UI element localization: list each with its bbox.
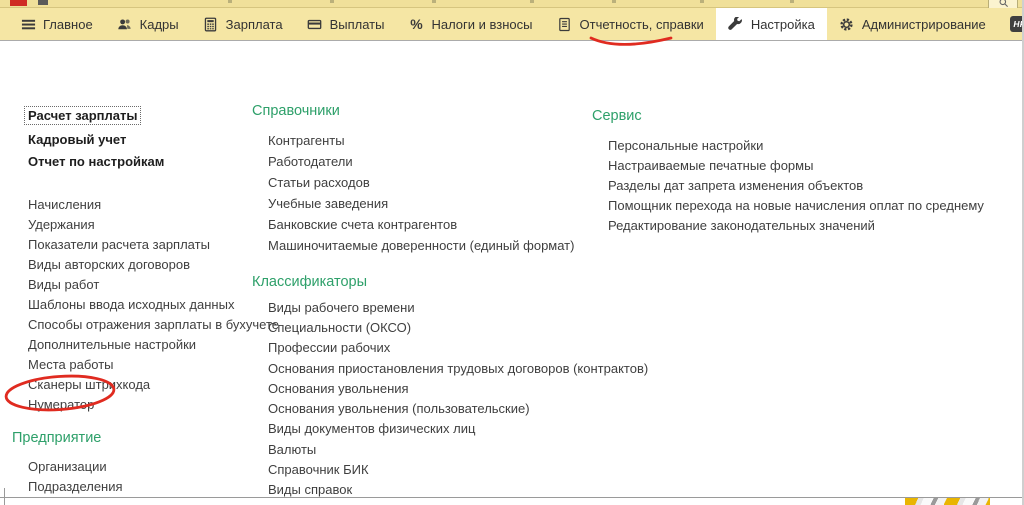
tab-administrirovanie[interactable]: Администрирование bbox=[827, 8, 998, 40]
nav-link[interactable]: Способы отражения зарплаты в бухучете bbox=[12, 314, 279, 334]
tab-label: Кадры bbox=[139, 16, 179, 32]
main-menubar: Главное Кадры Зарплата Выплаты % Налоги … bbox=[0, 8, 1024, 41]
hamburger-icon bbox=[20, 16, 36, 32]
scrollbar-fragment[interactable] bbox=[4, 488, 5, 505]
middle-column: Справочники Контрагенты Работодатели Стать… bbox=[252, 103, 648, 505]
nav-link[interactable]: Настраиваемые печатные формы bbox=[592, 155, 962, 175]
nav-link[interactable]: Виды документов физических лиц bbox=[252, 419, 588, 439]
tab-nastroika[interactable]: Настройка bbox=[715, 8, 827, 40]
nav-link[interactable]: Удержания bbox=[12, 214, 248, 234]
nav-link[interactable]: Разделы дат запрета изменения объектов bbox=[592, 175, 962, 195]
nav-link[interactable]: Специальности (ОКСО) bbox=[252, 317, 588, 337]
tab-label: Настройка bbox=[750, 16, 815, 32]
tab-vyplaty[interactable]: Выплаты bbox=[295, 8, 397, 40]
nav-link[interactable]: Показатели расчета зарплаты bbox=[12, 234, 248, 254]
percent-icon: % bbox=[410, 16, 423, 32]
app-window: Главное Кадры Зарплата Выплаты % Налоги … bbox=[0, 0, 1024, 505]
tab-label: Выплаты bbox=[329, 16, 385, 32]
right-column: Сервис Персональные настройки Настраиваем… bbox=[592, 108, 984, 235]
nav-link[interactable]: Организации bbox=[12, 456, 248, 476]
nav-link[interactable]: Контрагенты bbox=[252, 130, 588, 151]
search-icon bbox=[999, 0, 1008, 8]
nav-link[interactable]: Машиночитаемые доверенности (единый форм… bbox=[252, 235, 588, 256]
tab-label: Главное bbox=[43, 16, 93, 32]
nav-link[interactable]: Основания увольнения bbox=[252, 378, 588, 398]
nav-link[interactable]: Дополнительные настройки bbox=[12, 334, 248, 354]
nav-link[interactable]: Работодатели bbox=[252, 151, 588, 172]
nav-link[interactable]: Шаблоны ввода исходных данных bbox=[12, 294, 248, 314]
tab-hrlink[interactable]: HR HRlink bbox=[998, 8, 1024, 40]
nav-link[interactable]: Сканеры штрихкода bbox=[12, 374, 248, 394]
people-icon bbox=[117, 16, 133, 32]
tab-zarplata[interactable]: Зарплата bbox=[191, 8, 295, 40]
klassifikatory-links-list: Виды рабочего времени Специальности (ОКСО… bbox=[252, 297, 648, 505]
left-column: Расчет зарплаты Кадровый учет Отчет по н… bbox=[12, 106, 279, 505]
app-logo-fragment bbox=[10, 0, 27, 6]
nav-link[interactable]: Основания увольнения (пользовательские) bbox=[252, 398, 588, 418]
taskbar-fragment bbox=[905, 498, 990, 505]
nav-link[interactable]: Виды работ bbox=[12, 274, 248, 294]
servis-links-list: Персональные настройки Настраиваемые печа… bbox=[592, 135, 984, 235]
section-header-klassifikatory: Классификаторы bbox=[252, 274, 368, 290]
report-icon bbox=[557, 16, 573, 32]
nav-link[interactable]: Основания приостановления трудовых догов… bbox=[252, 358, 648, 378]
nav-link[interactable]: Валюты bbox=[252, 439, 588, 459]
calculator-icon bbox=[203, 16, 219, 32]
nav-link[interactable]: Справочник БИК bbox=[252, 459, 588, 479]
tab-otchetnost[interactable]: Отчетность, справки bbox=[545, 8, 716, 40]
tab-label: Администрирование bbox=[861, 16, 986, 32]
tab-label: Налоги и взносы bbox=[431, 16, 533, 32]
nav-link[interactable]: Помощник перехода на новые начисления оп… bbox=[592, 195, 984, 215]
nav-link[interactable]: Редактирование законодательных значений bbox=[592, 215, 962, 235]
spravochniki-links-list: Контрагенты Работодатели Статьи расходов Уч… bbox=[252, 130, 588, 256]
nav-link[interactable]: Начисления bbox=[12, 194, 248, 214]
tab-nalogi[interactable]: % Налоги и взносы bbox=[396, 8, 544, 40]
tab-label: Отчетность, справки bbox=[579, 16, 704, 32]
nav-link[interactable]: Банковские счета контрагентов bbox=[252, 214, 588, 235]
left-links-list: Начисления Удержания Показатели расчета за… bbox=[12, 194, 279, 414]
section-header-servis: Сервис bbox=[592, 108, 642, 124]
section-header-spravochniki: Справочники bbox=[252, 103, 340, 119]
window-bottom-border bbox=[0, 496, 1024, 498]
nav-link[interactable]: Места работы bbox=[12, 354, 248, 374]
nav-link[interactable]: Виды авторских договоров bbox=[12, 254, 248, 274]
nav-link[interactable]: Подразделения bbox=[12, 476, 248, 496]
nav-link[interactable]: Виды рабочего времени bbox=[252, 297, 588, 317]
nav-link[interactable]: Персональные настройки bbox=[592, 135, 962, 155]
nav-link[interactable]: Нумератор bbox=[12, 394, 248, 414]
section-header-predpriyatie: Предприятие bbox=[12, 430, 102, 446]
wrench-icon bbox=[728, 16, 744, 32]
title-icon-fragment bbox=[38, 0, 48, 5]
card-icon bbox=[307, 16, 323, 32]
nav-link[interactable]: Статьи расходов bbox=[252, 172, 588, 193]
window-top-sliver bbox=[0, 0, 1024, 8]
nav-link[interactable]: Профессии рабочих bbox=[252, 338, 588, 358]
tab-label: Зарплата bbox=[225, 16, 283, 32]
tab-kadry[interactable]: Кадры bbox=[105, 8, 191, 40]
nav-link[interactable]: Учебные заведения bbox=[252, 193, 588, 214]
gear-icon bbox=[839, 16, 855, 32]
tab-glavnoe[interactable]: Главное bbox=[8, 8, 105, 40]
bottom-strip bbox=[0, 498, 1024, 505]
link-kadrovy-uchet[interactable]: Кадровый учет bbox=[28, 132, 126, 147]
link-otchet-po-nastroikam[interactable]: Отчет по настройкам bbox=[28, 154, 164, 169]
link-raschet-zarplaty[interactable]: Расчет зарплаты bbox=[24, 106, 142, 125]
